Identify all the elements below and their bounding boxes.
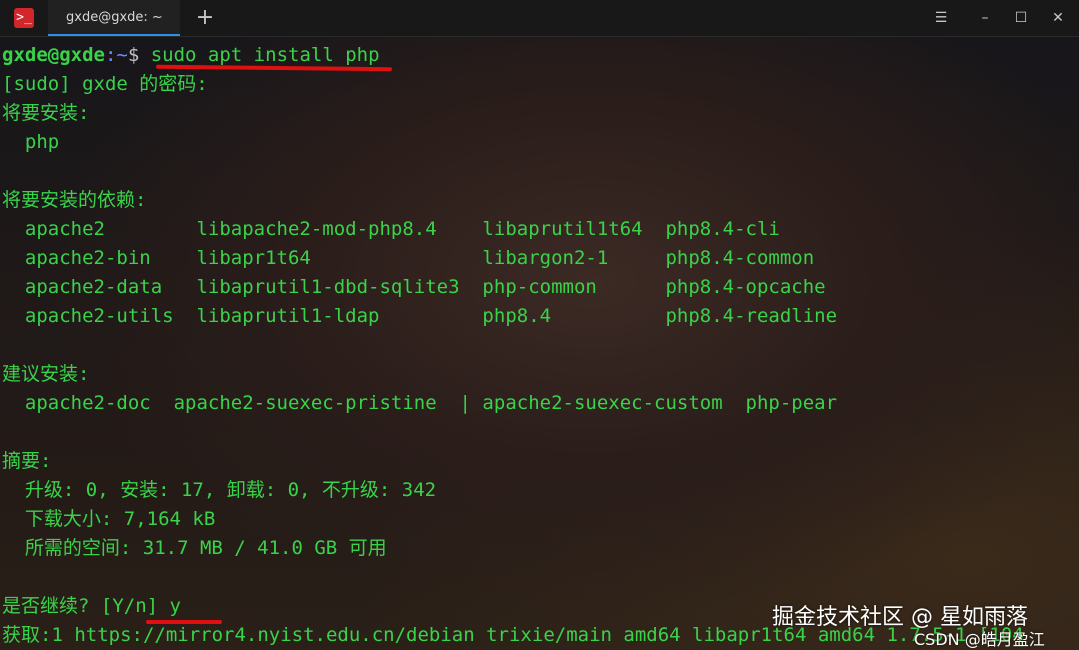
tab-title: gxde@gxde: ~ <box>66 10 163 25</box>
output-line: 将要安装: <box>2 102 90 124</box>
maximize-icon[interactable]: ☐ <box>1008 6 1034 30</box>
prompt-dollar: $ <box>127 44 151 66</box>
close-icon[interactable]: ✕ <box>1045 6 1071 30</box>
terminal-output[interactable]: gxde@gxde:~$ sudo apt install php [sudo]… <box>0 37 1079 650</box>
title-bar: >_ gxde@gxde: ~ + ☰ – ☐ ✕ <box>0 0 1079 37</box>
prompt-user: gxde@gxde <box>2 44 105 66</box>
output-line: 下载大小: 7,164 kB <box>2 508 216 530</box>
terminal-tab[interactable]: gxde@gxde: ~ <box>48 0 180 36</box>
output-line: apache2 libapache2-mod-php8.4 libaprutil… <box>2 218 780 240</box>
output-line: 所需的空间: 31.7 MB / 41.0 GB 可用 <box>2 537 387 559</box>
output-line: 是否继续? [Y/n] y <box>2 595 181 617</box>
csdn-watermark: CSDN @皓月盈江 <box>914 630 1045 649</box>
minimize-icon[interactable]: – <box>972 6 998 30</box>
confirm-underline <box>146 620 222 624</box>
output-line: 升级: 0, 安装: 17, 卸载: 0, 不升级: 342 <box>2 479 437 501</box>
output-line: 建议安装: <box>2 363 90 385</box>
menu-icon[interactable]: ☰ <box>928 6 954 30</box>
new-tab-icon[interactable]: + <box>192 6 218 30</box>
output-line: php <box>2 131 60 153</box>
output-line: [sudo] gxde 的密码: <box>2 73 208 95</box>
prompt-path: :~ <box>104 44 128 66</box>
output-line: apache2-data libaprutil1-dbd-sqlite3 php… <box>2 276 826 298</box>
output-line: apache2-bin libapr1t64 libargon2-1 php8.… <box>2 247 815 269</box>
output-line: 将要安装的依赖: <box>2 189 147 211</box>
output-line: apache2-doc apache2-suexec-pristine | ap… <box>2 392 838 414</box>
output-line: apache2-utils libaprutil1-ldap php8.4 ph… <box>2 305 838 327</box>
output-line: 摘要: <box>2 450 52 472</box>
command-text: sudo apt install php <box>150 44 380 66</box>
terminal-app-icon: >_ <box>14 8 34 28</box>
